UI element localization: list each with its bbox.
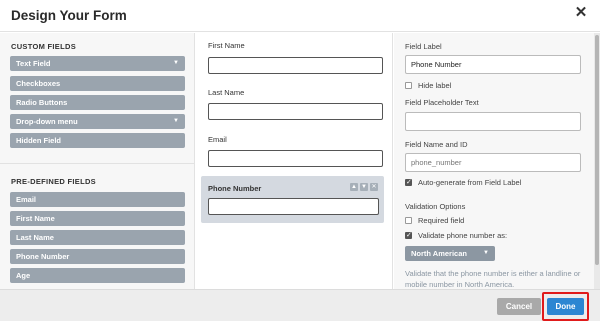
placeholder-input[interactable] bbox=[405, 112, 581, 131]
field-button-label: First Name bbox=[16, 214, 55, 223]
add-last-name-field-button[interactable]: Last Name bbox=[10, 230, 185, 245]
field-button-label: Email bbox=[16, 195, 37, 204]
field-label-input[interactable] bbox=[405, 55, 581, 74]
dialog-titlebar: Design Your Form ✕ bbox=[0, 0, 600, 32]
custom-fields-heading: CUSTOM FIELDS bbox=[11, 42, 77, 51]
add-hidden-field-button[interactable]: Hidden Field bbox=[10, 133, 185, 148]
cancel-button[interactable]: Cancel bbox=[497, 298, 541, 315]
field-button-label: Last Name bbox=[16, 233, 54, 242]
auto-generate-option[interactable]: Auto-generate from Field Label bbox=[405, 178, 521, 187]
validate-phone-text: Validate phone number as: bbox=[418, 231, 508, 240]
validate-phone-checkbox[interactable] bbox=[405, 231, 412, 239]
last-name-label: Last Name bbox=[208, 88, 245, 97]
field-button-label: Checkboxes bbox=[16, 79, 61, 88]
first-name-label: First Name bbox=[208, 41, 245, 50]
required-field-option[interactable]: Required field bbox=[405, 216, 464, 225]
phone-number-input[interactable] bbox=[208, 198, 379, 215]
auto-generate-checkbox[interactable] bbox=[405, 178, 412, 186]
add-radio-buttons-button[interactable]: Radio Buttons bbox=[10, 95, 185, 110]
validation-options-title: Validation Options bbox=[405, 202, 466, 211]
done-button[interactable]: Done bbox=[547, 298, 584, 315]
required-field-checkbox[interactable] bbox=[405, 217, 412, 224]
add-email-field-button[interactable]: Email bbox=[10, 192, 185, 207]
settings-scrollbar[interactable] bbox=[594, 33, 600, 289]
add-text-field-button[interactable]: Text Field ▼ bbox=[10, 56, 185, 71]
caret-down-icon: ▼ bbox=[483, 250, 489, 256]
field-name-id-input[interactable] bbox=[405, 153, 581, 172]
first-name-input[interactable] bbox=[208, 57, 383, 74]
selected-field-phone-number[interactable]: Phone Number ▲ ▼ ✕ bbox=[201, 176, 384, 223]
predefined-fields-heading: PRE-DEFINED FIELDS bbox=[11, 177, 96, 186]
field-button-label: Phone Number bbox=[16, 252, 70, 261]
caret-down-icon: ▼ bbox=[173, 118, 179, 124]
field-button-label: Radio Buttons bbox=[16, 98, 68, 107]
phone-format-select[interactable]: North American ▼ bbox=[405, 246, 495, 261]
move-down-icon[interactable]: ▼ bbox=[360, 183, 368, 191]
move-up-icon[interactable]: ▲ bbox=[350, 183, 358, 191]
field-actions: ▲ ▼ ✕ bbox=[350, 183, 378, 191]
auto-generate-text: Auto-generate from Field Label bbox=[418, 178, 522, 187]
phone-format-value: North American bbox=[411, 249, 467, 258]
field-button-label: Text Field bbox=[16, 59, 51, 68]
phone-number-label: Phone Number bbox=[208, 184, 262, 193]
field-palette: CUSTOM FIELDS Text Field ▼ Checkboxes Ra… bbox=[0, 33, 195, 289]
dialog-footer: Cancel Done bbox=[0, 289, 600, 321]
add-dropdown-menu-button[interactable]: Drop-down menu ▼ bbox=[10, 114, 185, 129]
field-button-label: Drop-down menu bbox=[16, 117, 78, 126]
hide-label-checkbox[interactable] bbox=[405, 82, 412, 89]
hide-label-text: Hide label bbox=[418, 81, 452, 90]
required-field-text: Required field bbox=[418, 216, 465, 225]
placeholder-title: Field Placeholder Text bbox=[405, 98, 479, 107]
validate-phone-option[interactable]: Validate phone number as: bbox=[405, 231, 507, 240]
add-first-name-field-button[interactable]: First Name bbox=[10, 211, 185, 226]
form-preview: First Name Last Name Email Phone Number … bbox=[196, 33, 393, 289]
last-name-input[interactable] bbox=[208, 103, 383, 120]
caret-down-icon: ▼ bbox=[173, 60, 179, 66]
section-divider bbox=[0, 163, 195, 164]
field-settings: Field Label Hide label Field Placeholder… bbox=[394, 33, 600, 289]
delete-icon[interactable]: ✕ bbox=[370, 183, 378, 191]
close-icon[interactable]: ✕ bbox=[574, 5, 588, 20]
add-phone-number-field-button[interactable]: Phone Number bbox=[10, 249, 185, 264]
field-name-id-title: Field Name and ID bbox=[405, 140, 468, 149]
email-label: Email bbox=[208, 135, 227, 144]
email-input[interactable] bbox=[208, 150, 383, 167]
add-age-field-button[interactable]: Age bbox=[10, 268, 185, 283]
field-button-label: Age bbox=[16, 271, 31, 280]
dialog-title: Design Your Form bbox=[11, 8, 127, 23]
scrollbar-thumb[interactable] bbox=[595, 35, 599, 265]
field-button-label: Hidden Field bbox=[16, 136, 61, 145]
validation-help-text: Validate that the phone number is either… bbox=[405, 269, 581, 289]
add-checkboxes-button[interactable]: Checkboxes bbox=[10, 76, 185, 91]
hide-label-option[interactable]: Hide label bbox=[405, 81, 451, 90]
field-label-title: Field Label bbox=[405, 42, 442, 51]
